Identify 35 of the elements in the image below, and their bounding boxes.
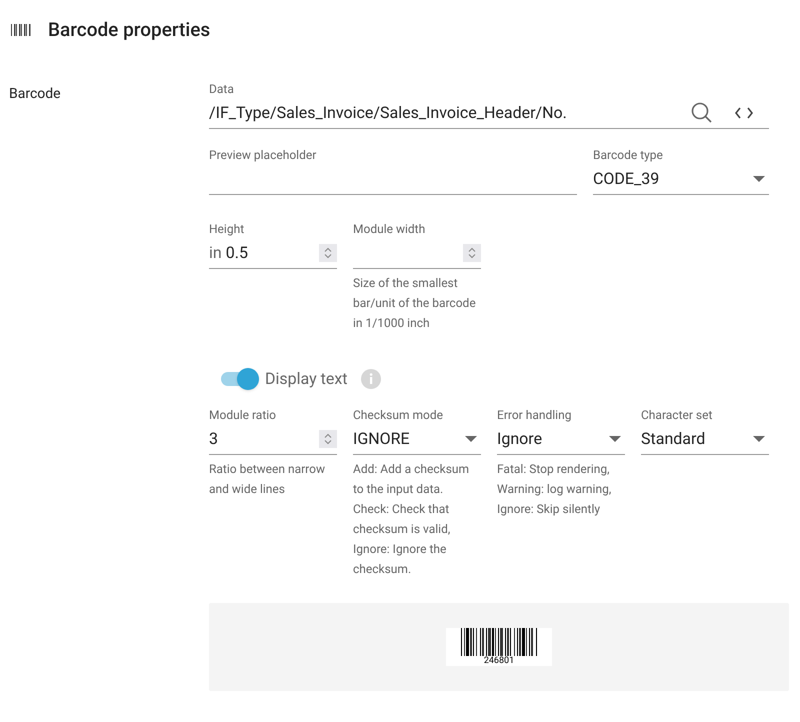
number-field[interactable]: 3 xyxy=(209,423,337,455)
field-label: Preview placeholder xyxy=(209,147,318,163)
field-label: Module ratio xyxy=(209,407,278,423)
barcode-icon xyxy=(11,24,31,36)
panel-title: Barcode properties xyxy=(48,16,210,43)
spinner-icon[interactable] xyxy=(463,244,481,262)
field-label: Barcode type xyxy=(593,147,664,163)
dropdown-caret-icon xyxy=(609,436,621,442)
dropdown-caret-icon xyxy=(465,436,477,442)
field-label: Module width xyxy=(353,221,426,237)
toggle-label: Display text xyxy=(265,368,348,390)
dropdown[interactable]: Ignore xyxy=(497,423,625,455)
spinner-icon[interactable] xyxy=(319,244,337,262)
help-text: Add: Add a checksum to the input data. Check: Check that checksum is valid, Ignore: Ignore the checksum. xyxy=(353,461,470,578)
field-label: Character set xyxy=(641,407,714,423)
field-label: Data xyxy=(209,81,235,97)
dropdown[interactable]: Standard xyxy=(641,423,769,455)
code-icon[interactable] xyxy=(735,106,753,118)
unit-prefix: in xyxy=(209,242,222,264)
help-text: Fatal: Stop rendering, Warning: log warning, Ignore: Skip silently xyxy=(497,461,612,518)
dropdown-caret-icon xyxy=(753,436,765,442)
field-label: Height xyxy=(209,221,246,237)
dropdown[interactable]: CODE_39 xyxy=(593,163,769,195)
help-text: Size of the smallest bar/unit of the barcode in 1/1000 inch xyxy=(353,275,477,332)
barcode-caption: 246801 xyxy=(484,656,514,666)
field-label: Error handling xyxy=(497,407,572,423)
dropdown[interactable]: IGNORE xyxy=(353,423,481,455)
data-field[interactable]: /IF_Type/Sales_Invoice/Sales_Invoice_Header/No. xyxy=(209,97,769,129)
spinner-icon[interactable] xyxy=(319,430,337,448)
number-field[interactable]: in 0.5 xyxy=(209,237,337,269)
dropdown-caret-icon xyxy=(753,176,765,182)
search-icon[interactable] xyxy=(691,102,713,124)
section-label: Barcode xyxy=(9,86,61,102)
field-label: Checksum mode xyxy=(353,407,444,423)
help-text: Ratio between narrow and wide lines xyxy=(209,461,326,498)
